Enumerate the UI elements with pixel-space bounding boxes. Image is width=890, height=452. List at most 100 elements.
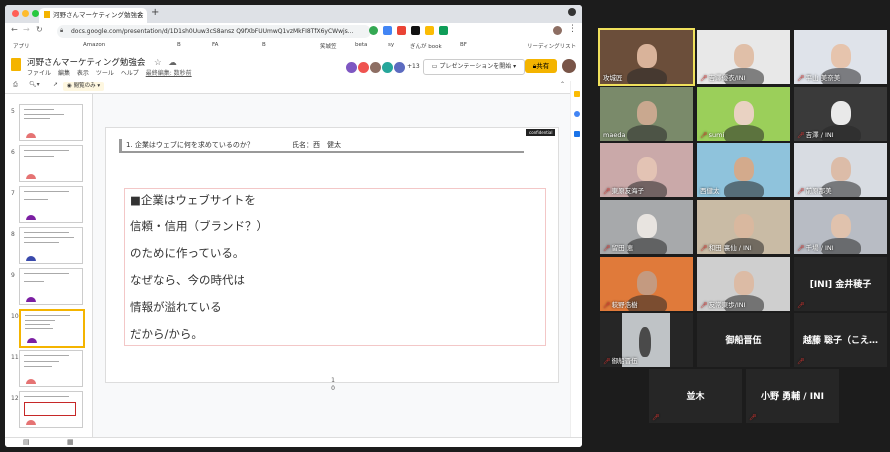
slide-number: 7 [11, 190, 15, 197]
mic-muted-icon: 🎤︎ [700, 302, 708, 309]
participant-video-tile[interactable]: 🎤︎留田 恵 [600, 200, 693, 254]
participant-name-tile[interactable]: [INI] 金井稜子 🎤︎ [794, 257, 887, 311]
cursor-icon[interactable]: ➚ [53, 81, 58, 88]
slide-thumbnail[interactable] [19, 186, 83, 223]
participant-video-tile[interactable]: 🎤︎友常東歩/INI [697, 257, 790, 311]
slide-thumbnail[interactable] [19, 391, 83, 428]
bookmark-item[interactable]: sy [388, 42, 394, 48]
participant-name-label: 🎤︎前原那美 [797, 185, 832, 195]
menu-tools[interactable]: ツール [96, 70, 114, 77]
browser-tab[interactable]: 河野さんマーケティング勉強会 × [39, 8, 147, 23]
view-only-badge[interactable]: ◉ 閲覧のみ ▾ [63, 82, 105, 91]
forward-icon[interactable]: → [23, 25, 30, 34]
participant-video-tile[interactable]: 🎤︎和田 裏仙 / INI [697, 200, 790, 254]
calendar-icon[interactable] [574, 131, 580, 137]
participant-face [733, 157, 754, 181]
slide-thumbnail-selected[interactable] [19, 309, 85, 348]
new-tab-icon[interactable]: + [151, 7, 159, 18]
bookmark-item[interactable]: アプリ [13, 42, 30, 50]
slide-thumbnail[interactable] [19, 145, 83, 182]
participant-name-tile[interactable]: 越藤 聡子（こえ… 🎤︎ [794, 313, 887, 367]
participant-name: 前原那美 [805, 187, 832, 195]
bookmark-item[interactable]: B [177, 42, 181, 48]
menu-help[interactable]: ヘルプ [121, 70, 139, 77]
profile-avatar[interactable] [553, 26, 562, 35]
zoom-icon[interactable]: 🔍︎▾ [29, 81, 40, 88]
bookmark-item[interactable]: FA [212, 42, 218, 48]
participant-video-tile[interactable]: 🎤︎sumi [697, 87, 790, 141]
extension-icon[interactable] [397, 26, 406, 35]
minimize-window-icon[interactable] [22, 10, 29, 17]
tab-search-icon[interactable] [568, 8, 576, 16]
participant-video-tile[interactable]: 🎤︎平山 美奈美 [794, 30, 887, 84]
slide[interactable]: confidential 1. 企業はウェブに何を求めているのか？ 氏名：西 健… [105, 127, 559, 383]
participant-name-tile[interactable]: 並木 🎤︎ [649, 369, 742, 423]
bookmark-item[interactable]: リーディングリスト [527, 42, 576, 50]
bookmark-item[interactable]: 笑城笠 [320, 42, 337, 50]
bookmarks-bar: アプリ Amazon B FA B 笑城笠 beta sy ぎんが book B… [5, 40, 582, 54]
slide-filmstrip: 5 6 7 8 9 10 11 12 [5, 94, 93, 437]
close-window-icon[interactable] [12, 10, 19, 17]
extension-icon[interactable] [439, 26, 448, 35]
participant-video-tile[interactable]: 攻城匠 [598, 28, 695, 86]
cloud-status-icon: ☁ [168, 58, 177, 68]
participant-video-tile[interactable]: 🎤︎萩野浩樹 [600, 257, 693, 311]
collaborator-avatar[interactable] [393, 61, 406, 74]
participant-name-label: maeda [603, 131, 625, 139]
menu-edit[interactable]: 編集 [58, 70, 70, 77]
menu-file[interactable]: ファイル [27, 70, 51, 77]
document-title[interactable]: 河野さんマーケティング勉強会 ☆ ☁ [27, 56, 177, 68]
participant-name-tile[interactable]: 御船晋伍 [697, 313, 790, 367]
filmstrip-view-icon[interactable]: ▤ [23, 438, 30, 446]
share-button[interactable]: 🔒︎共有 [525, 59, 557, 73]
account-avatar[interactable] [562, 59, 576, 73]
participant-name-label: 🎤︎吉澤 / INI [797, 129, 834, 139]
present-button[interactable]: ▭ プレゼンテーションを開始 ▾ [423, 59, 525, 75]
chevron-up-icon[interactable]: ⌃ [560, 81, 565, 88]
extension-icon[interactable] [425, 26, 434, 35]
participant-video-tile[interactable]: 🎤︎御船晋伍 [600, 313, 693, 367]
bookmark-item[interactable]: ぎんが book [410, 42, 442, 50]
bookmark-item[interactable]: Amazon [83, 42, 105, 48]
participant-silhouette [639, 327, 651, 357]
back-icon[interactable]: ← [11, 25, 18, 34]
extension-icon[interactable] [369, 26, 378, 35]
grid-view-icon[interactable]: ▦ [67, 438, 74, 446]
participant-status: 🎤︎ [797, 301, 806, 309]
tab-close-icon[interactable]: × [137, 8, 143, 23]
participant-video-tile[interactable]: 🎤︎吉澤優衣/INI [697, 30, 790, 84]
participant-video-tile[interactable]: 西健太 [697, 143, 790, 197]
reload-icon[interactable]: ↻ [36, 25, 43, 34]
slide-thumbnail[interactable] [19, 227, 83, 264]
answer-text-box[interactable]: ■企業はウェブサイトを 信頼・信用（ブランド？） のために作っている。 なぜなら… [124, 188, 546, 346]
participant-video-tile[interactable]: 🎤︎東原友海子 [600, 143, 693, 197]
participant-name-label: 🎤︎sumi [700, 131, 724, 139]
participant-name-tile[interactable]: 小野 勇輔 / INI 🎤︎ [746, 369, 839, 423]
last-edit-link[interactable]: 最終編集: 数秒前 [146, 70, 192, 77]
collaborators-count[interactable]: +13 [407, 63, 420, 70]
participant-video-tile[interactable]: 🎤︎前原那美 [794, 143, 887, 197]
bookmark-item[interactable]: BF [460, 42, 467, 48]
slide-number: 9 [11, 272, 15, 279]
keep-icon[interactable] [574, 91, 580, 97]
participant-video-tile[interactable]: 🎤︎千場 / INI [794, 200, 887, 254]
menu-view[interactable]: 表示 [77, 70, 89, 77]
slides-logo-icon[interactable] [11, 58, 21, 71]
print-icon[interactable]: ⎙ [13, 81, 18, 89]
extension-icon[interactable] [411, 26, 420, 35]
participant-video-tile[interactable]: 🎤︎吉澤 / INI [794, 87, 887, 141]
tasks-icon[interactable] [574, 111, 580, 117]
slide-thumbnail[interactable] [19, 104, 83, 141]
slide-author: 氏名：西 健太 [292, 141, 341, 149]
extension-icon[interactable] [383, 26, 392, 35]
star-icon[interactable]: ☆ [154, 58, 162, 68]
participant-video-tile[interactable]: maeda [600, 87, 693, 141]
slide-thumbnail[interactable] [19, 350, 83, 387]
participant-status: 🎤︎ [652, 413, 661, 421]
more-vert-icon[interactable]: ⋮ [568, 24, 577, 34]
maximize-window-icon[interactable] [32, 10, 39, 17]
slide-thumbnail[interactable] [19, 268, 83, 305]
url-input[interactable]: docs.google.com/presentation/d/1D1sh0Uuw… [57, 25, 371, 38]
bookmark-item[interactable]: beta [355, 42, 367, 48]
bookmark-item[interactable]: B [262, 42, 266, 48]
